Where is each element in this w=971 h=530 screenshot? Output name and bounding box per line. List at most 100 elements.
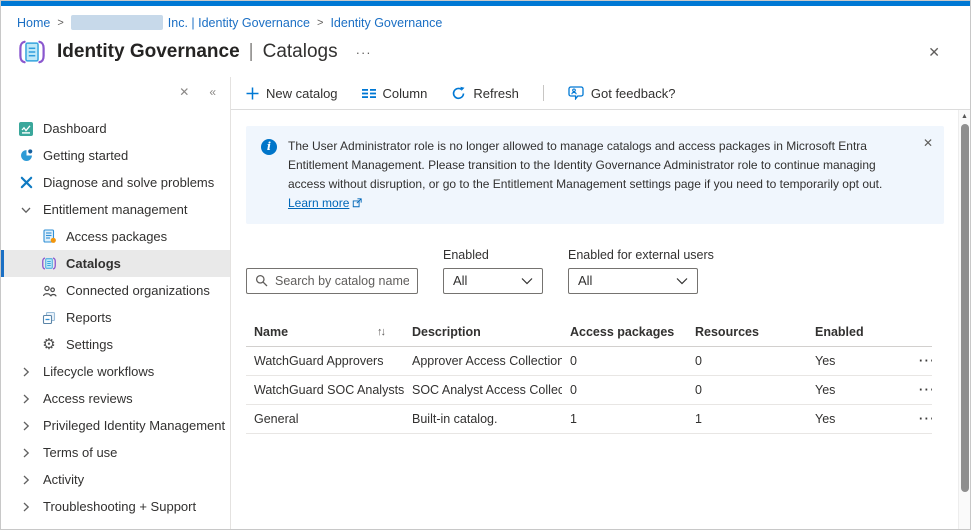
sidebar-nav: Dashboard Getting started Diagnose and s… — [1, 107, 230, 520]
sidebar-item-settings[interactable]: ⚙ Settings — [1, 331, 230, 358]
search-icon — [255, 274, 268, 287]
vertical-scrollbar[interactable]: ▲ — [958, 110, 970, 529]
sidebar-item-diagnose[interactable]: Diagnose and solve problems — [1, 169, 230, 196]
identity-governance-catalogs-page: Home > Inc. | Identity Governance > Iden… — [0, 0, 971, 530]
column-header-description[interactable]: Description — [404, 318, 562, 346]
sidebar-group-lifecycle-workflows[interactable]: Lifecycle workflows — [1, 358, 230, 385]
column-label: Column — [383, 86, 428, 101]
sidebar-item-getting-started[interactable]: Getting started — [1, 142, 230, 169]
header-more-button[interactable]: ··· — [356, 45, 372, 60]
table-row[interactable]: WatchGuard Approvers Approver Access Col… — [246, 347, 932, 376]
cell-actions: ··· — [905, 405, 932, 433]
info-banner-text: The User Administrator role is no longer… — [288, 139, 882, 191]
table-body: WatchGuard Approvers Approver Access Col… — [246, 347, 932, 434]
sidebar-item-catalogs[interactable]: Catalogs — [1, 250, 230, 277]
dashboard-icon — [18, 121, 34, 137]
scrollbar-up-arrow-icon[interactable]: ▲ — [959, 110, 970, 120]
got-feedback-button[interactable]: Got feedback? — [568, 86, 676, 101]
sidebar-item-label: Catalogs — [66, 256, 121, 271]
sidebar-item-label: Getting started — [43, 148, 128, 163]
catalog-search-box[interactable] — [246, 268, 418, 294]
got-feedback-label: Got feedback? — [591, 86, 676, 101]
cell-description: Built-in catalog. — [404, 405, 562, 433]
external-users-filter-label: Enabled for external users — [568, 248, 714, 262]
sidebar-group-troubleshooting-support[interactable]: Troubleshooting + Support — [1, 493, 230, 520]
scrollbar-thumb[interactable] — [961, 124, 969, 492]
enabled-filter-value: All — [453, 273, 467, 288]
catalogs-icon — [41, 256, 57, 272]
main-area: ✕ « Dashboard Getting started — [1, 77, 970, 529]
chevron-right-icon — [18, 391, 34, 407]
sidebar-group-entitlement-management[interactable]: Entitlement management — [1, 196, 230, 223]
cell-resources: 1 — [687, 405, 807, 433]
catalogs-table: Name ↑↓ Description Access packages Reso… — [246, 318, 932, 434]
refresh-button[interactable]: Refresh — [451, 86, 519, 101]
sidebar-item-access-packages[interactable]: Access packages — [1, 223, 230, 250]
column-header-access-packages[interactable]: Access packages — [562, 318, 687, 346]
banner-close-icon[interactable]: ✕ — [923, 134, 933, 153]
identity-governance-icon — [17, 39, 47, 65]
filters-row: Enabled All Enabled for external users A… — [246, 248, 944, 294]
chevron-right-icon — [18, 445, 34, 461]
chevron-right-icon — [18, 364, 34, 380]
connected-organizations-icon — [41, 283, 57, 299]
refresh-icon — [451, 86, 466, 101]
row-actions-button[interactable]: ··· — [913, 354, 932, 368]
column-button[interactable]: Column — [362, 86, 428, 101]
breadcrumb-separator: > — [317, 17, 323, 29]
refresh-label: Refresh — [473, 86, 519, 101]
sort-icon[interactable]: ↑↓ — [377, 326, 384, 338]
table-row[interactable]: General Built-in catalog. 1 1 Yes ··· — [246, 405, 932, 434]
content-pane: New catalog Column Refresh Got feedback? — [231, 77, 970, 529]
breadcrumb-directory-link[interactable]: Inc. | Identity Governance — [71, 15, 310, 30]
sidebar-group-privileged-identity-management[interactable]: Privileged Identity Management — [1, 412, 230, 439]
sidebar-search-clear-icon[interactable]: ✕ — [179, 85, 189, 99]
search-input[interactable] — [275, 274, 409, 288]
table-row[interactable]: WatchGuard SOC Analysts SOC Analyst Acce… — [246, 376, 932, 405]
sidebar-item-connected-organizations[interactable]: Connected organizations — [1, 277, 230, 304]
sidebar-item-label: Reports — [66, 310, 112, 325]
sidebar-item-dashboard[interactable]: Dashboard — [1, 115, 230, 142]
row-actions-button[interactable]: ··· — [913, 412, 932, 426]
breadcrumb-separator: > — [57, 17, 63, 29]
sidebar-header: ✕ « — [1, 77, 230, 107]
column-header-name[interactable]: Name ↑↓ — [246, 318, 404, 346]
cell-enabled: Yes — [807, 347, 905, 375]
cell-enabled: Yes — [807, 405, 905, 433]
column-header-enabled[interactable]: Enabled — [807, 318, 905, 346]
new-catalog-button[interactable]: New catalog — [246, 86, 338, 101]
sidebar-item-label: Terms of use — [43, 445, 117, 460]
sidebar-group-activity[interactable]: Activity — [1, 466, 230, 493]
close-blade-button[interactable]: ✕ — [914, 42, 954, 63]
cell-name[interactable]: WatchGuard SOC Analysts — [246, 376, 404, 404]
sidebar-collapse-icon[interactable]: « — [209, 85, 216, 99]
row-actions-button[interactable]: ··· — [913, 383, 932, 397]
feedback-icon — [568, 86, 584, 100]
external-users-filter-value: All — [578, 273, 592, 288]
enabled-filter-dropdown[interactable]: All — [443, 268, 543, 294]
breadcrumb: Home > Inc. | Identity Governance > Iden… — [1, 6, 970, 35]
sidebar-item-label: Settings — [66, 337, 113, 352]
chevron-down-icon — [18, 202, 34, 218]
sidebar-group-access-reviews[interactable]: Access reviews — [1, 385, 230, 412]
sidebar-item-label: Activity — [43, 472, 84, 487]
sidebar-item-label: Dashboard — [43, 121, 107, 136]
getting-started-icon — [18, 148, 34, 164]
breadcrumb-current-link[interactable]: Identity Governance — [330, 16, 442, 30]
column-header-resources[interactable]: Resources — [687, 318, 807, 346]
sidebar-item-reports[interactable]: Reports — [1, 304, 230, 331]
sidebar-group-terms-of-use[interactable]: Terms of use — [1, 439, 230, 466]
info-icon: i — [261, 139, 277, 155]
page-title: Identity Governance — [57, 41, 240, 63]
cell-enabled: Yes — [807, 376, 905, 404]
title-separator: | — [249, 41, 254, 63]
cell-name[interactable]: General — [246, 405, 404, 433]
diagnose-tools-icon — [18, 175, 34, 191]
cell-description: SOC Analyst Access Collection — [404, 376, 562, 404]
sidebar-item-label: Troubleshooting + Support — [43, 499, 196, 514]
cell-name[interactable]: WatchGuard Approvers — [246, 347, 404, 375]
learn-more-link[interactable]: Learn more — [288, 196, 349, 210]
breadcrumb-home-link[interactable]: Home — [17, 16, 50, 30]
enabled-filter-label: Enabled — [443, 248, 543, 262]
external-users-filter-dropdown[interactable]: All — [568, 268, 698, 294]
